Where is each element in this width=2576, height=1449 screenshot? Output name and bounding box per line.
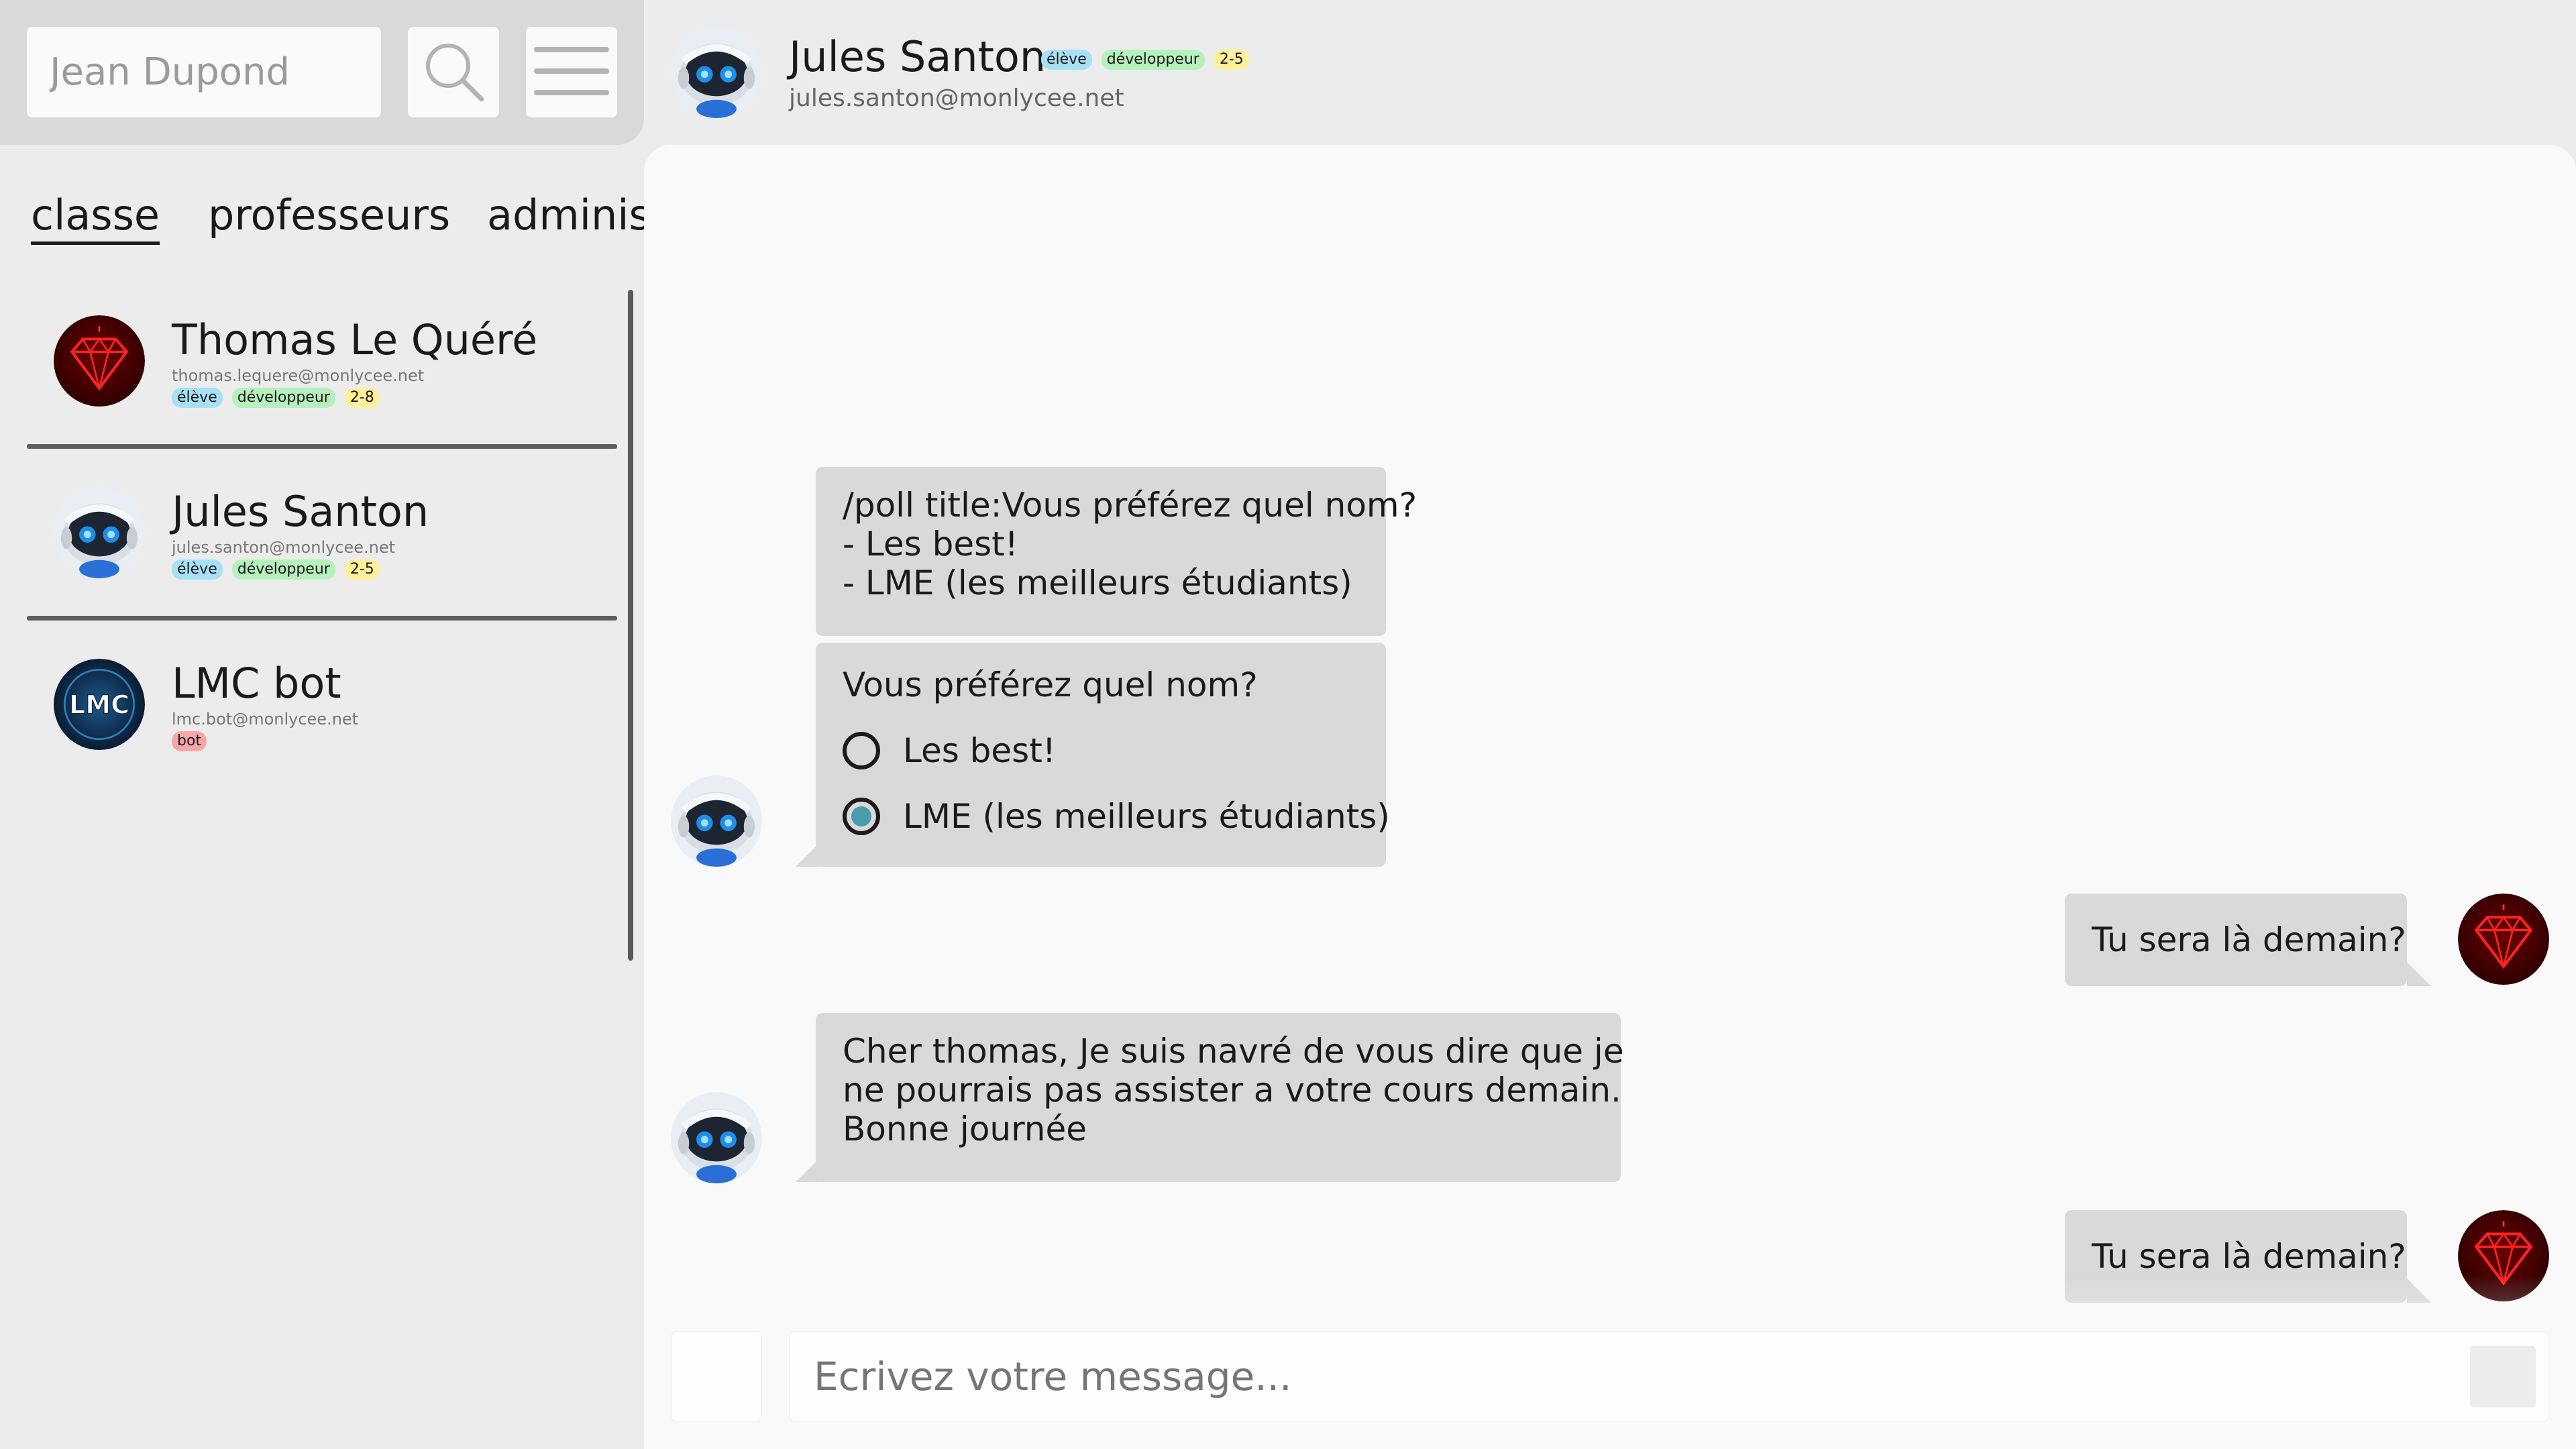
message-line: /poll title:Vous préférez quel nom?	[843, 486, 1417, 525]
badge-group: 2-5	[1214, 50, 1249, 70]
contact-name: Jules Santon	[172, 487, 429, 536]
search-icon	[419, 36, 488, 109]
chat-contact-name: Jules Santon	[789, 32, 1046, 81]
category-tabs: classe professeurs administration	[0, 168, 644, 268]
message-line: - LME (les meilleurs étudiants)	[843, 564, 1352, 602]
search-button[interactable]	[408, 27, 499, 117]
badge-developpeur: développeur	[1101, 50, 1205, 70]
message-bubble: /poll title:Vous préférez quel nom? - Le…	[816, 467, 1417, 636]
message-bubble: Cher thomas, Je suis navré de vous dire …	[816, 1013, 1624, 1182]
radio-checked-icon[interactable]	[843, 798, 880, 835]
radio-unchecked-icon[interactable]	[843, 732, 880, 769]
contact-divider	[27, 616, 617, 621]
bubble-tail	[2407, 962, 2431, 986]
message-line: Cher thomas, Je suis navré de vous dire …	[843, 1032, 1624, 1071]
message-line: Tu sera là demain?	[2092, 920, 2406, 959]
chat-messages-area[interactable]: /poll title:Vous préférez quel nom? - Le…	[644, 145, 2576, 1449]
contact-item-jules[interactable]: Jules Santon jules.santon@monlycee.net é…	[27, 460, 617, 632]
contact-item-thomas[interactable]: Thomas Le Quéré thomas.lequere@monlycee.…	[27, 288, 617, 460]
tab-administration[interactable]: administration	[487, 191, 644, 239]
send-button[interactable]	[2470, 1346, 2536, 1407]
menu-button[interactable]	[526, 27, 617, 117]
contact-badges: élève développeur 2-8	[172, 388, 380, 408]
robot-icon	[54, 487, 145, 578]
badge-group: 2-5	[344, 559, 380, 580]
poll-option[interactable]: Les best!	[843, 731, 1359, 770]
message-input[interactable]	[789, 1331, 2549, 1422]
contact-list-scrollbar[interactable]	[628, 290, 633, 961]
poll-title: Vous préférez quel nom?	[843, 665, 1258, 704]
message-bubble-outgoing: Tu sera là demain?	[2065, 894, 2407, 986]
badge-group: 2-8	[344, 388, 380, 408]
sidebar: classe professeurs administration Thomas…	[0, 0, 644, 1449]
message-line: - Les best!	[843, 525, 1018, 564]
hamburger-menu-icon	[534, 43, 609, 102]
message-line: ne pourrais pas assister a votre cours d…	[843, 1071, 1621, 1110]
message-line: Bonne journée	[843, 1110, 1087, 1148]
message-line: Tu sera là demain?	[2092, 1237, 2406, 1276]
lmc-logo-icon	[54, 659, 145, 750]
chat-header: Jules Santon élève développeur 2-5 jules…	[644, 0, 2576, 145]
ruby-gem-icon	[54, 315, 145, 407]
robot-icon[interactable]	[671, 775, 762, 867]
bubble-tail	[796, 843, 820, 867]
poll-option-label: Les best!	[903, 731, 1056, 770]
contact-name: LMC bot	[172, 659, 341, 708]
robot-icon[interactable]	[671, 27, 762, 118]
poll-option[interactable]: LME (les meilleurs étudiants)	[843, 797, 1390, 836]
robot-icon[interactable]	[671, 1092, 762, 1183]
contact-item-lmc-bot[interactable]: LMC bot lmc.bot@monlycee.net bot	[27, 632, 617, 804]
chat-contact-email: jules.santon@monlycee.net	[789, 85, 1124, 112]
contact-divider	[27, 444, 617, 449]
chat-contact-badges: élève développeur 2-5	[1041, 50, 1249, 70]
contact-badges: élève développeur 2-5	[172, 559, 380, 580]
contact-name: Thomas Le Quéré	[172, 315, 538, 364]
bubble-tail	[796, 1158, 820, 1182]
poll-bubble: Vous préférez quel nom? Les best! LME (l…	[816, 643, 1390, 867]
badge-developpeur: développeur	[231, 559, 335, 580]
username-input[interactable]	[27, 27, 381, 117]
badge-eleve: élève	[172, 559, 223, 580]
badge-developpeur: développeur	[231, 388, 335, 408]
ruby-gem-icon[interactable]	[2458, 894, 2549, 985]
sidebar-topbar	[0, 0, 644, 145]
contact-badges: bot	[172, 731, 207, 751]
contact-email: thomas.lequere@monlycee.net	[172, 366, 425, 385]
message-composer	[644, 1304, 2576, 1449]
badge-eleve: élève	[1041, 50, 1092, 70]
contact-email: lmc.bot@monlycee.net	[172, 710, 359, 729]
tab-professeurs[interactable]: professeurs	[208, 191, 450, 239]
badge-eleve: élève	[172, 388, 223, 408]
tab-classe[interactable]: classe	[31, 191, 160, 239]
poll-option-label: LME (les meilleurs étudiants)	[903, 797, 1390, 836]
badge-bot: bot	[172, 731, 207, 751]
contact-email: jules.santon@monlycee.net	[172, 538, 396, 557]
attach-button[interactable]	[671, 1331, 762, 1422]
